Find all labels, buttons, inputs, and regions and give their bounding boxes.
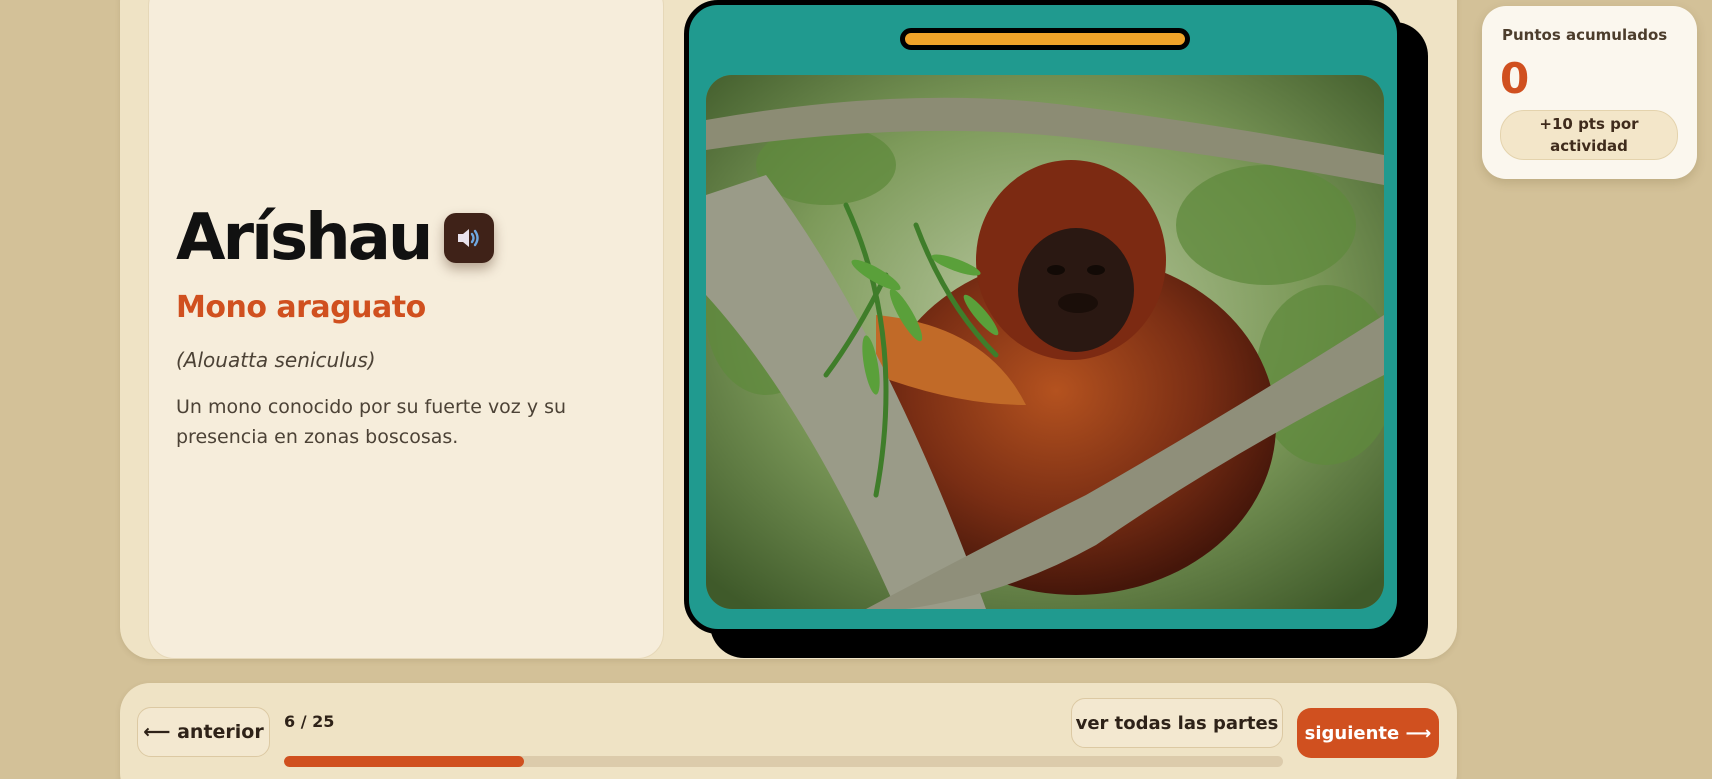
progress-counter: 6 / 25	[284, 712, 335, 731]
progress-bar-fill	[284, 756, 524, 767]
points-label: Puntos acumulados	[1502, 26, 1668, 44]
points-value: 0	[1500, 54, 1530, 103]
app-stage: Aríshau Mono araguato (Alouatta seniculu…	[0, 0, 1712, 779]
previous-button[interactable]: ⟵ anterior	[137, 707, 270, 757]
next-button[interactable]: siguiente ⟶	[1297, 708, 1439, 758]
image-frame-bar	[900, 28, 1190, 50]
speaker-icon	[458, 229, 480, 247]
points-panel: Puntos acumulados 0 +10 pts por activida…	[1482, 6, 1697, 179]
spanish-translation: Mono araguato	[176, 290, 426, 325]
word-info-panel	[148, 0, 664, 659]
scientific-name: (Alouatta seniculus)	[176, 348, 376, 372]
native-word: Aríshau	[176, 201, 433, 275]
view-all-parts-button[interactable]: ver todas las partes	[1071, 698, 1283, 748]
word-row: Aríshau	[176, 201, 495, 275]
howler-monkey-photo	[706, 75, 1384, 609]
play-sound-button[interactable]	[444, 213, 495, 263]
word-description: Un mono conocido por su fuerte voz y su …	[176, 396, 567, 448]
points-per-activity-badge: +10 pts por actividad	[1500, 110, 1678, 160]
progress-bar	[284, 756, 1283, 767]
